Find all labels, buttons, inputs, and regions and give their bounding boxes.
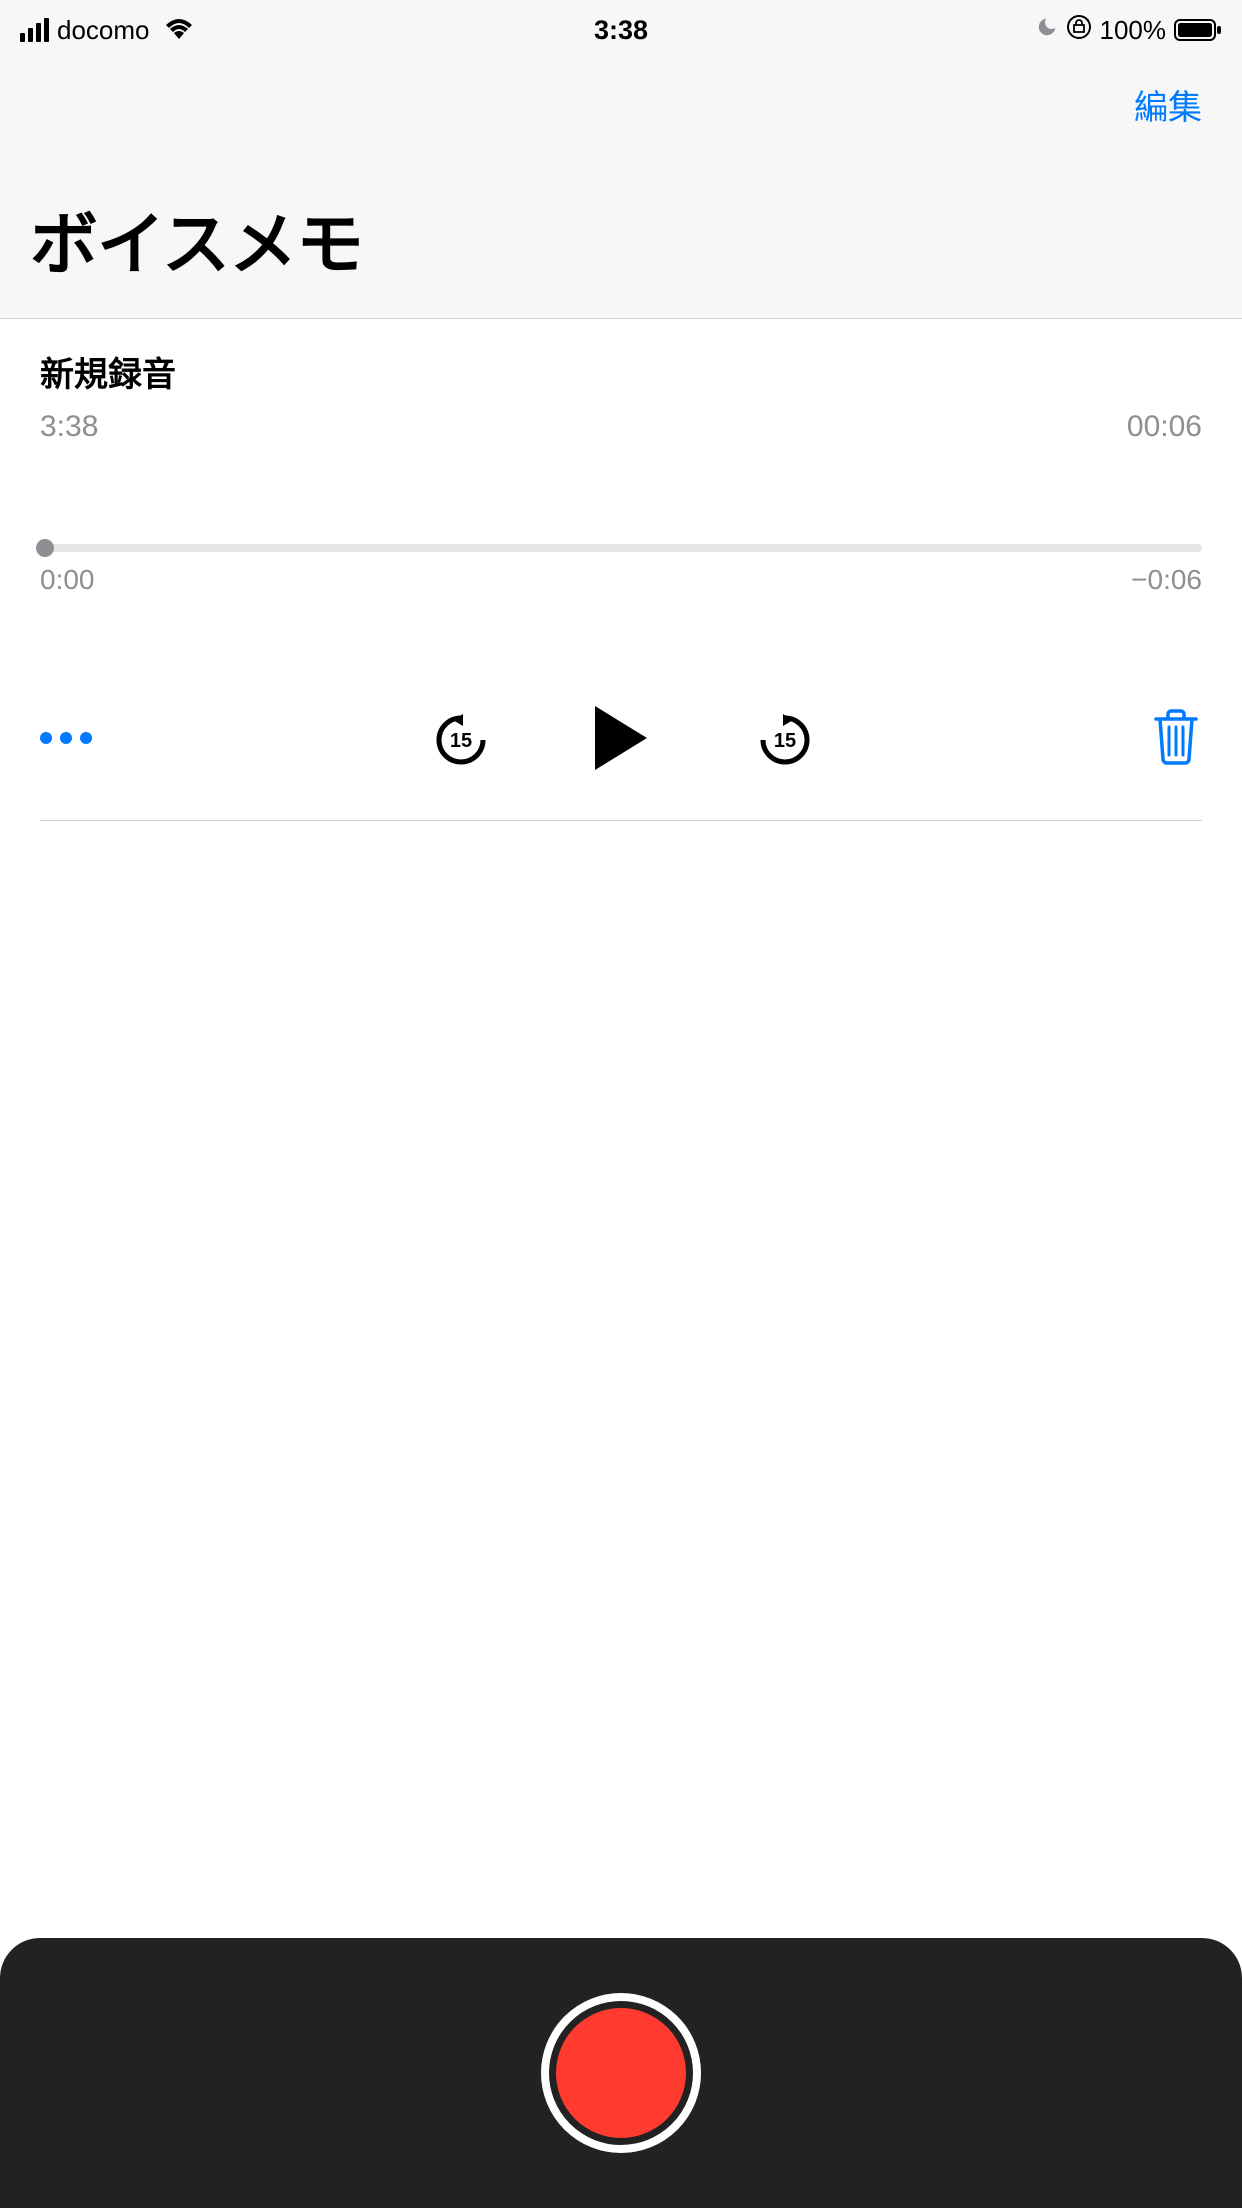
remaining-time-label: −0:06 [1131, 564, 1202, 596]
header: 編集 ボイスメモ [0, 60, 1242, 319]
play-button[interactable] [595, 706, 647, 770]
skip-back-15-button[interactable]: 15 [433, 712, 485, 764]
skip-forward-15-button[interactable]: 15 [757, 712, 809, 764]
recording-duration-label: 00:06 [1127, 410, 1202, 444]
record-toolbar [0, 1938, 1242, 2208]
page-title: ボイスメモ [30, 189, 1212, 288]
do-not-disturb-icon [1036, 16, 1058, 45]
status-right: 100% [1036, 14, 1223, 47]
playback-scrubber[interactable]: 0:00 −0:06 [40, 544, 1202, 596]
svg-text:15: 15 [450, 730, 472, 752]
carrier-label: docomo [57, 15, 150, 46]
signal-strength-icon [20, 18, 49, 42]
status-left: docomo [20, 15, 194, 46]
wifi-icon [164, 15, 194, 46]
battery-icon [1174, 19, 1222, 41]
delete-button[interactable] [1150, 707, 1202, 770]
recording-time-label: 3:38 [40, 410, 98, 444]
scrubber-thumb[interactable] [36, 539, 54, 557]
record-button[interactable] [541, 1993, 701, 2153]
elapsed-time-label: 0:00 [40, 564, 95, 596]
status-bar: docomo 3:38 100% [0, 0, 1242, 60]
record-button-inner [556, 2008, 686, 2138]
battery-percent-label: 100% [1100, 15, 1167, 46]
more-options-button[interactable] [40, 732, 92, 744]
recording-item[interactable]: 新規録音 3:38 00:06 0:00 −0:06 15 [0, 319, 1242, 821]
orientation-lock-icon [1066, 14, 1092, 47]
status-time: 3:38 [594, 15, 648, 46]
edit-button[interactable]: 編集 [1134, 80, 1202, 129]
svg-text:15: 15 [774, 730, 796, 752]
recording-title[interactable]: 新規録音 [40, 347, 1202, 396]
